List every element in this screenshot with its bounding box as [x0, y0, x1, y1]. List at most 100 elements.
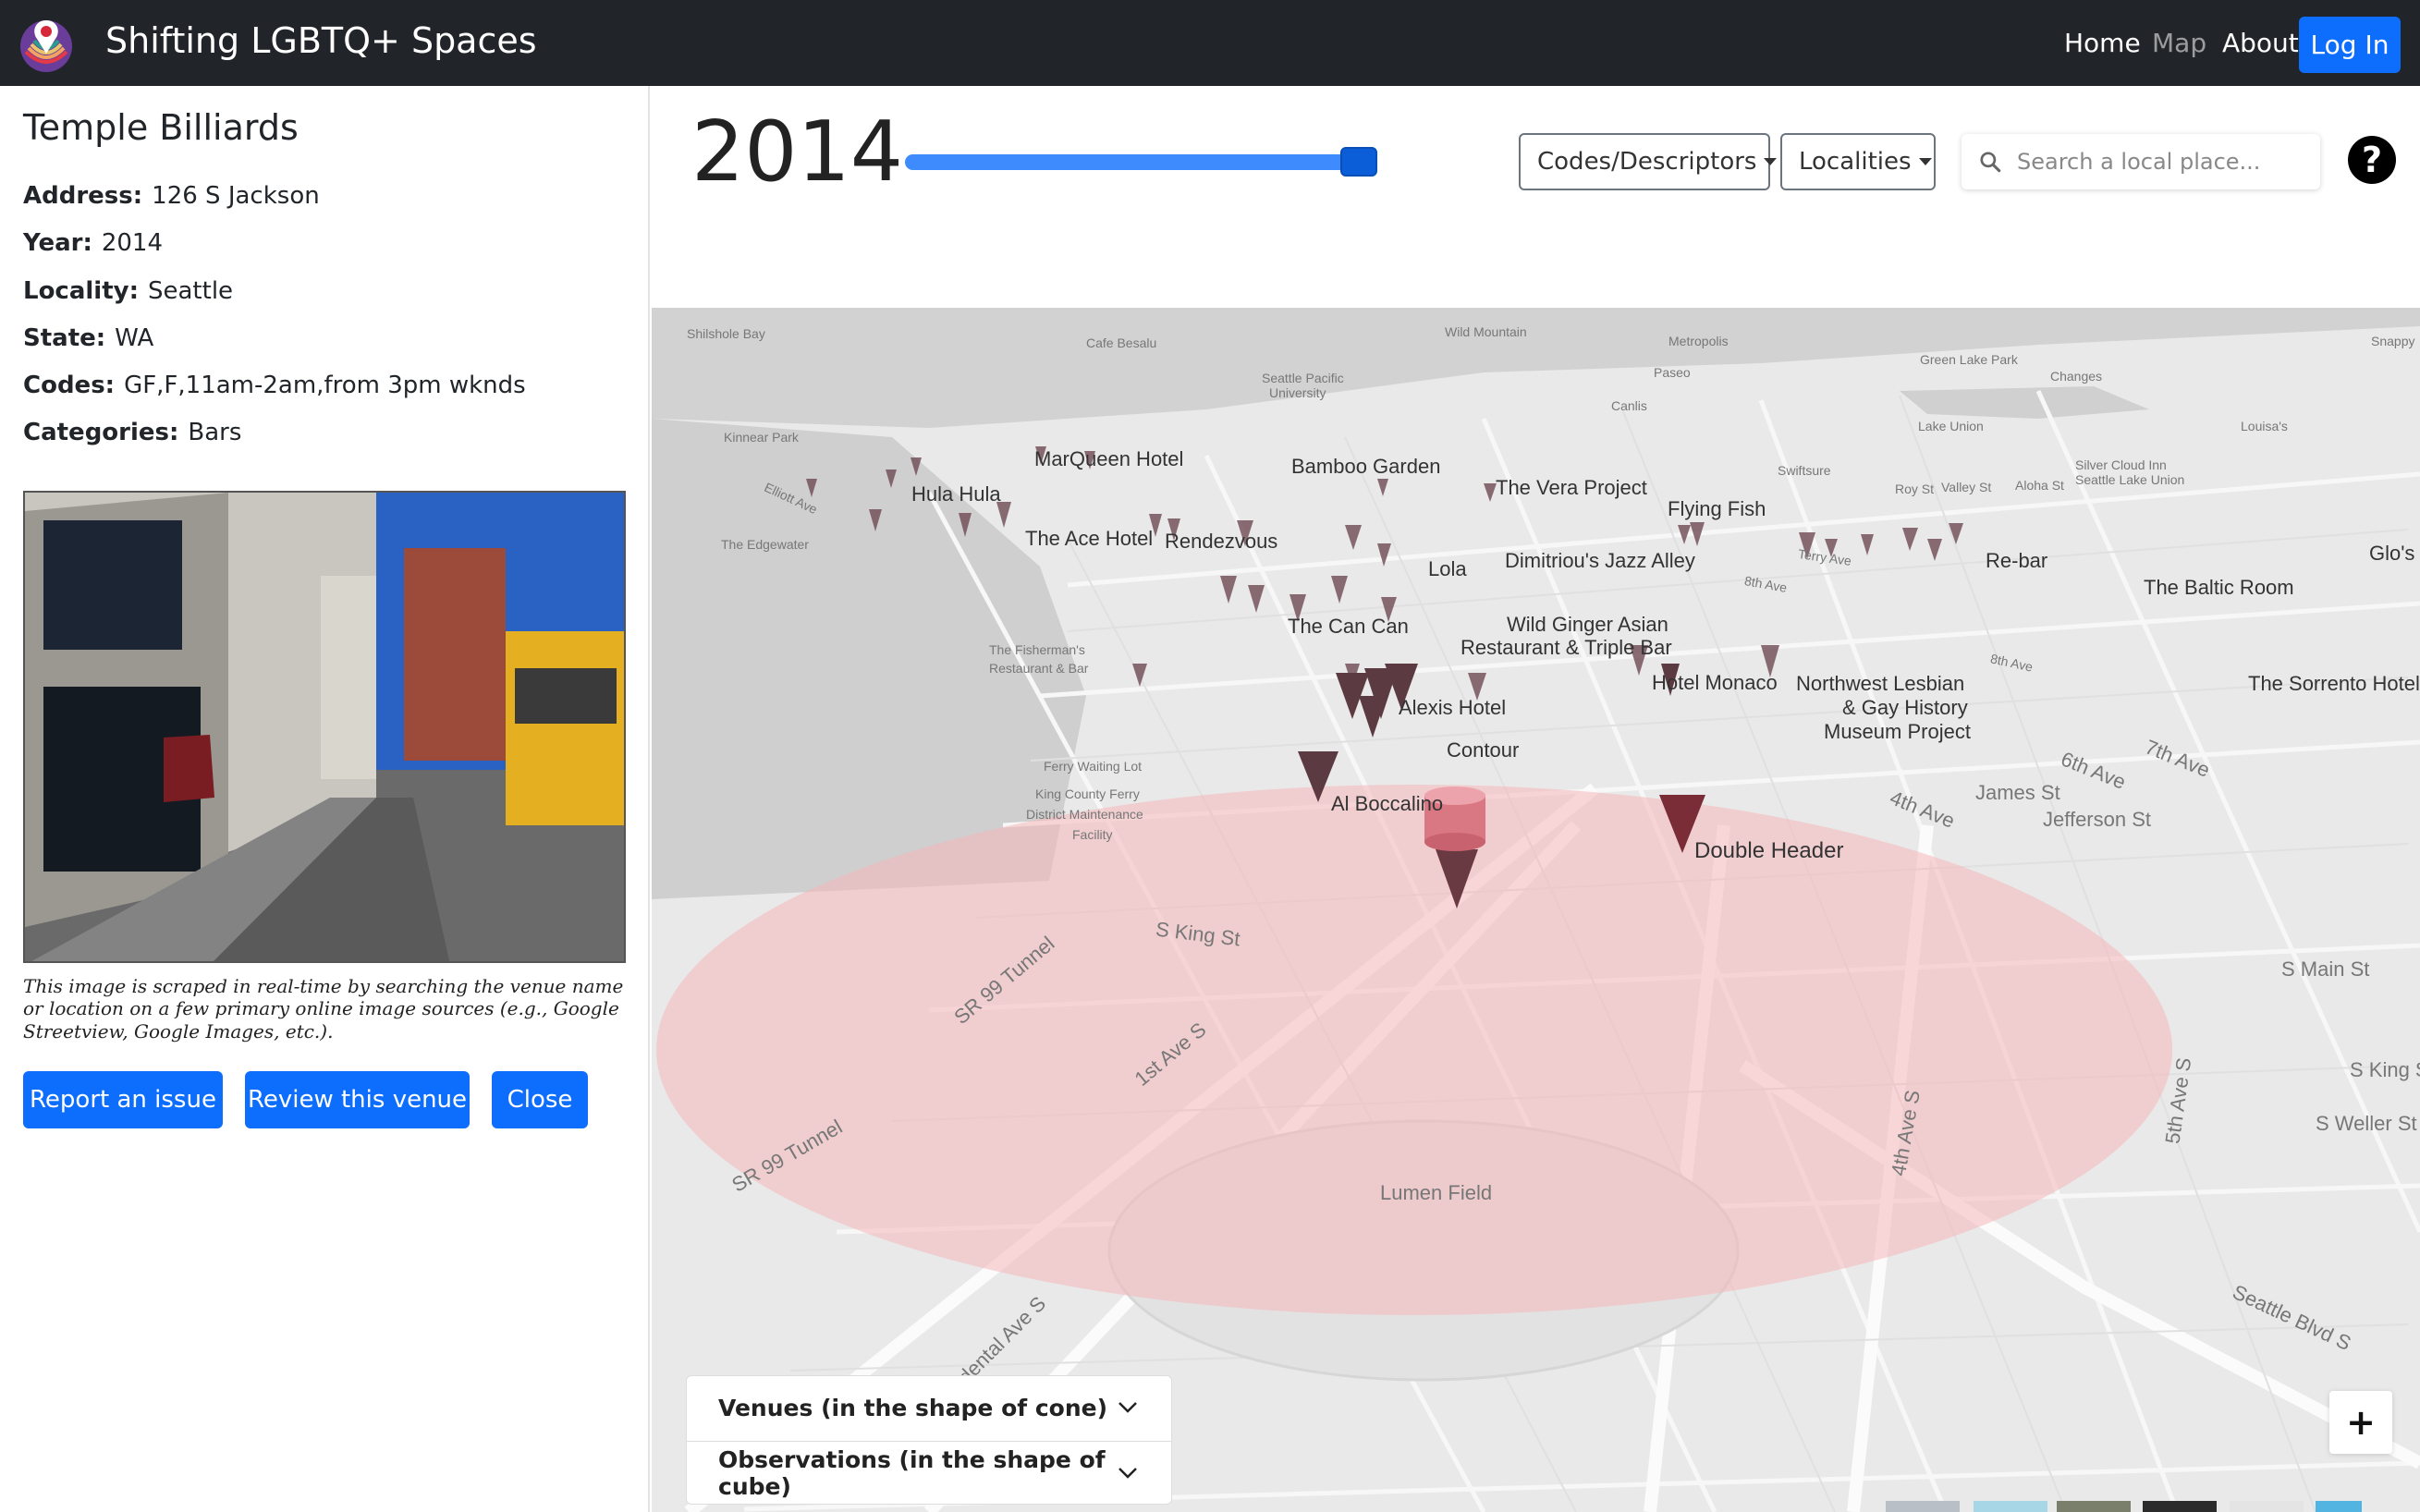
map-legend: Venues (in the shape of cone) Observatio…	[686, 1375, 1172, 1505]
map-label[interactable]: Re-bar	[1986, 549, 2047, 573]
map-label[interactable]: Northwest Lesbian	[1796, 672, 1964, 696]
caret-down-icon	[1764, 158, 1778, 165]
map-label[interactable]: Hula Hula	[911, 482, 1001, 506]
venue-panel: Temple Billiards Address: 126 S Jackson Y…	[0, 86, 650, 1512]
report-issue-button[interactable]: Report an issue	[23, 1071, 223, 1128]
venue-locality: Locality: Seattle	[23, 277, 233, 305]
field-label: Year:	[23, 229, 92, 257]
poi-label: Silver Cloud Inn	[2075, 457, 2167, 472]
poi-label: Ferry Waiting Lot	[1044, 759, 1143, 774]
search-input[interactable]	[2017, 149, 2313, 175]
poi-label: Canlis	[1611, 398, 1647, 413]
map-label[interactable]: The Sorrento Hotel	[2248, 672, 2420, 696]
basemap-thumb[interactable]	[1886, 1501, 1960, 1512]
map-label[interactable]: Restaurant & Triple Bar	[1461, 636, 1672, 660]
street-label: Jefferson St	[2043, 808, 2151, 831]
poi-label: Shilshole Bay	[687, 326, 765, 341]
search-icon	[1980, 152, 2001, 173]
poi-label: Green Lake Park	[1920, 352, 2018, 367]
poi-label: Valley St	[1941, 480, 1992, 494]
street-label: James St	[1975, 781, 2060, 804]
nav-home[interactable]: Home	[2064, 28, 2141, 58]
basemap-thumb[interactable]	[2057, 1501, 2131, 1512]
codes-dropdown[interactable]: Codes/Descriptors	[1519, 133, 1778, 190]
map-label[interactable]: Alexis Hotel	[1399, 696, 1506, 720]
map-label[interactable]: Glo's	[2369, 542, 2414, 566]
localities-dropdown[interactable]: Localities	[1780, 133, 1936, 190]
map-label[interactable]: Bamboo Garden	[1291, 455, 1440, 479]
map-label[interactable]: MarQueen Hotel	[1034, 447, 1183, 471]
poi-label: Metropolis	[1668, 334, 1729, 348]
field-value: Seattle	[148, 277, 234, 305]
nav-map[interactable]: Map	[2152, 28, 2206, 58]
venue-categories: Categories: Bars	[23, 419, 241, 446]
poi-label: Seattle Pacific	[1262, 371, 1344, 385]
close-button[interactable]: Close	[492, 1071, 588, 1128]
chevron-down-icon	[1118, 1468, 1137, 1479]
poi-label: Changes	[2050, 369, 2103, 384]
year-display: 2014	[691, 104, 904, 201]
map-label[interactable]: Hotel Monaco	[1652, 671, 1778, 695]
venue-title: Temple Billiards	[23, 107, 299, 148]
poi-label: Roy St	[1895, 482, 1935, 496]
map-label[interactable]: The Baltic Room	[2144, 576, 2294, 600]
basemap-thumb[interactable]	[1974, 1501, 2047, 1512]
place-search[interactable]	[1962, 134, 2320, 189]
poi-label: Facility	[1072, 827, 1113, 842]
map-label[interactable]: The Ace Hotel	[1025, 527, 1153, 551]
review-venue-button[interactable]: Review this venue	[245, 1071, 470, 1128]
venue-state: State: WA	[23, 324, 153, 352]
navbar: Shifting LGBTQ+ Spaces Home Map About Lo…	[0, 0, 2420, 86]
map-label[interactable]: The Can Can	[1288, 615, 1409, 639]
field-label: Codes:	[23, 372, 116, 399]
brand-title[interactable]: Shifting LGBTQ+ Spaces	[105, 21, 537, 61]
map-canvas[interactable]: MarQueen Hotel Bamboo Garden Hula Hula T…	[652, 308, 2420, 1512]
venue-photo	[23, 491, 626, 963]
legend-observations-toggle[interactable]: Observations (in the shape of cube)	[687, 1441, 1171, 1505]
poi-label: Aloha St	[2015, 478, 2064, 493]
basemap-thumb[interactable]	[2230, 1501, 2304, 1512]
poi-label: Louisa's	[2241, 419, 2288, 433]
map-label[interactable]: Contour	[1447, 738, 1519, 762]
map-label[interactable]: Flying Fish	[1668, 497, 1766, 521]
legend-venues-toggle[interactable]: Venues (in the shape of cone)	[687, 1376, 1171, 1440]
poi-label: District Maintenance	[1026, 807, 1143, 822]
map-label[interactable]: Lola	[1428, 557, 1467, 581]
map-label[interactable]: Dimitriou's Jazz Alley	[1505, 549, 1695, 573]
field-label: Locality:	[23, 277, 139, 305]
map-label[interactable]: Al Boccalino	[1331, 792, 1443, 816]
year-slider-thumb[interactable]	[1340, 147, 1377, 177]
localities-dropdown-label: Localities	[1799, 148, 1912, 176]
search-radius	[656, 785, 2172, 1315]
legend-observations-label: Observations (in the shape of cube)	[718, 1446, 1106, 1500]
help-icon[interactable]: ?	[2348, 136, 2396, 184]
field-value: 126 S Jackson	[152, 182, 320, 210]
year-slider-track[interactable]	[905, 154, 1360, 170]
street-label: S Weller St	[2316, 1112, 2417, 1135]
field-label: Categories:	[23, 419, 179, 446]
map-label[interactable]: The Vera Project	[1496, 476, 1647, 500]
nav-about[interactable]: About	[2222, 28, 2299, 58]
logo-icon[interactable]	[15, 15, 78, 74]
venue-address: Address: 126 S Jackson	[23, 182, 320, 210]
field-value: GF,F,11am-2am,from 3pm wknds	[124, 372, 526, 399]
basemap-thumb[interactable]	[2316, 1501, 2362, 1512]
map-label[interactable]: Double Header	[1694, 838, 1843, 864]
login-button[interactable]: Log In	[2299, 17, 2401, 73]
poi-label: The Edgewater	[721, 537, 809, 552]
field-value: WA	[115, 324, 154, 352]
poi-label: King County Ferry	[1035, 786, 1140, 801]
street-label: S Main St	[2281, 957, 2370, 981]
zoom-in-button[interactable]: +	[2329, 1391, 2392, 1454]
map-label[interactable]: & Gay History	[1842, 696, 1968, 720]
street-label: Lumen Field	[1380, 1181, 1493, 1204]
map-label[interactable]: Museum Project	[1824, 720, 1971, 744]
chevron-down-icon	[1118, 1402, 1137, 1413]
field-label: Address:	[23, 182, 143, 210]
map-label[interactable]: Rendezvous	[1165, 530, 1277, 554]
codes-dropdown-label: Codes/Descriptors	[1537, 148, 1757, 176]
basemap-thumb[interactable]	[2143, 1501, 2217, 1512]
poi-label: Snappy	[2371, 334, 2415, 348]
field-label: State:	[23, 324, 106, 352]
map-label[interactable]: Wild Ginger Asian	[1507, 613, 1668, 637]
